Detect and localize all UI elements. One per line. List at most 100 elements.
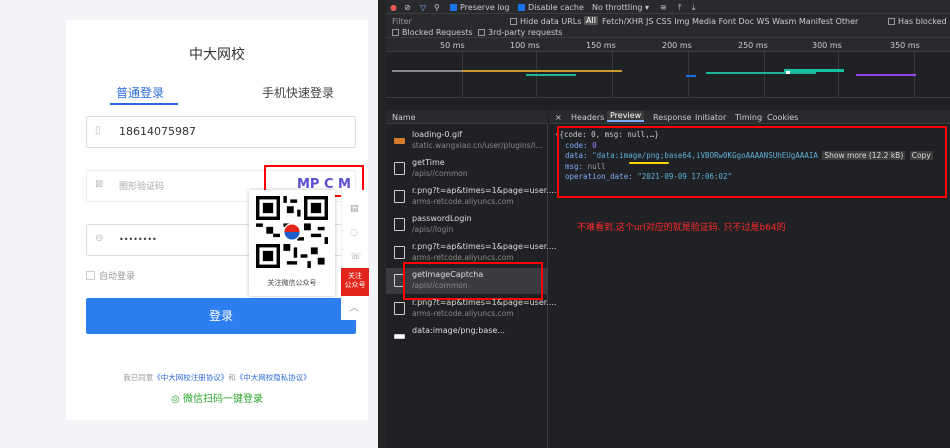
agreement-prefix: 我已同意	[123, 373, 154, 382]
active-tab-underline	[110, 103, 178, 105]
back-to-top-button[interactable]: ︿	[341, 298, 367, 320]
tick-label: 350 ms	[890, 41, 920, 50]
tab-phone-login[interactable]: 手机快速登录	[262, 84, 334, 101]
request-domain: arms-retcode.aliyuncs.com	[412, 309, 514, 318]
request-name: getTime	[412, 158, 445, 167]
blocked-requests-checkbox[interactable]: Blocked Requests	[392, 28, 473, 37]
phone-call-icon[interactable]: ☏	[350, 252, 361, 262]
registration-agreement-link[interactable]: 《中大网校注册协议》	[153, 373, 228, 382]
tick-label: 150 ms	[586, 41, 616, 50]
phone-icon: ▯	[95, 125, 101, 136]
waterfall-overview[interactable]	[386, 52, 950, 98]
third-party-label: 3rd-party requests	[488, 28, 563, 37]
filter-input[interactable]: Filter	[392, 17, 412, 26]
request-name: data:image/png;base...	[412, 326, 505, 335]
filter-all-button[interactable]: All	[584, 16, 598, 25]
auto-login-label: 自动登录	[99, 272, 136, 282]
wechat-login-label: 微信扫码一键登录	[182, 394, 263, 405]
tab-response[interactable]: Response	[653, 113, 691, 122]
throttling-label: No throttling	[592, 3, 643, 12]
request-domain: arms-retcode.aliyuncs.com	[412, 197, 514, 206]
request-row[interactable]: r.png?t=ap&times=1&page=user.... arms-re…	[386, 296, 556, 322]
request-name: passwordLogin	[412, 214, 472, 223]
request-detail: × Headers Preview Response Initiator Tim…	[549, 110, 950, 448]
tab-normal-login[interactable]: 普通登录	[116, 84, 164, 101]
tick-label: 50 ms	[440, 41, 465, 50]
search-icon[interactable]: ⚲	[434, 3, 440, 12]
throttling-select[interactable]: No throttling ▾	[592, 3, 649, 12]
qr-popup: 关注微信公众号	[249, 190, 335, 296]
request-highlight-box	[403, 262, 543, 300]
request-row[interactable]: r.png?t=ap&times=1&page=user.... arms-re…	[386, 184, 556, 210]
request-domain: arms-retcode.aliyuncs.com	[412, 253, 514, 262]
request-name: loading-0.gif	[412, 130, 463, 139]
download-icon[interactable]: ⤓	[692, 3, 696, 13]
agreement-and: 和	[228, 373, 236, 382]
filter-icon[interactable]: ▽	[420, 3, 426, 12]
phone-value: 18614075987	[119, 125, 196, 138]
request-row[interactable]: getTime /apis//common	[386, 156, 548, 182]
request-name: r.png?t=ap&times=1&page=user....	[412, 298, 557, 307]
headset-icon[interactable]: ◌	[350, 228, 360, 238]
request-row[interactable]: loading-0.gif static.wangxiao.cn/user/pl…	[386, 128, 548, 154]
request-name: r.png?t=ap&times=1&page=user....	[412, 186, 557, 195]
hide-data-urls-checkbox[interactable]: Hide data URLs	[510, 17, 581, 26]
clear-icon[interactable]: ⊘	[404, 3, 411, 12]
tab-timing[interactable]: Timing	[735, 113, 762, 122]
third-party-checkbox[interactable]: 3rd-party requests	[478, 28, 562, 37]
xhr-icon	[394, 162, 405, 175]
pane-divider[interactable]	[378, 0, 386, 448]
preview-highlight-box	[557, 126, 947, 198]
tab-cookies[interactable]: Cookies	[767, 113, 798, 122]
wifi-icon[interactable]: ≋	[660, 3, 667, 12]
tick-label: 250 ms	[738, 41, 768, 50]
privacy-agreement-link[interactable]: 《中大网校隐私协议》	[236, 373, 311, 382]
qr-code	[256, 196, 328, 268]
gif-icon	[394, 138, 405, 144]
tab-headers[interactable]: Headers	[571, 113, 604, 122]
tick-label: 300 ms	[812, 41, 842, 50]
annotation-note: 不难看到.这个url对应的就是验证码. 只不过是b64的	[577, 223, 786, 233]
close-icon[interactable]: ×	[555, 113, 562, 122]
upload-icon[interactable]: ⤒	[678, 3, 682, 13]
follow-label-2: 公众号	[344, 281, 366, 289]
has-blocked-checkbox[interactable]: Has blocked	[888, 17, 947, 26]
record-icon[interactable]: ●	[390, 3, 397, 12]
image-icon	[394, 246, 405, 259]
follow-label-1: 关注	[348, 272, 362, 280]
disable-cache-checkbox[interactable]: Disable cache	[518, 3, 584, 12]
devtools-network-panel: ● ⊘ ▽ ⚲ Preserve log Disable cache No th…	[386, 0, 950, 448]
filter-bar: Filter Hide data URLs All Fetch/XHR JS C…	[386, 14, 950, 38]
detail-tabs: × Headers Preview Response Initiator Tim…	[549, 110, 950, 124]
phone-field[interactable]: ▯ 18614075987	[86, 116, 356, 148]
tick-label: 200 ms	[662, 41, 692, 50]
image-icon	[394, 302, 405, 315]
name-column-header[interactable]: Name	[386, 110, 548, 124]
wechat-icon: ◎	[171, 394, 183, 405]
disable-cache-label: Disable cache	[528, 3, 584, 12]
request-domain: static.wangxiao.cn/user/plugins/l...	[412, 141, 543, 150]
timeline-ticks: 50 ms 100 ms 150 ms 200 ms 250 ms 300 ms…	[386, 38, 950, 52]
xhr-icon	[394, 218, 405, 231]
request-row[interactable]: data:image/png;base...	[386, 324, 548, 350]
captcha-icon: ⊠	[95, 179, 104, 190]
captcha-placeholder: 图形验证码	[119, 182, 165, 192]
password-value: ••••••••	[119, 235, 157, 244]
document-icon[interactable]: ▤	[350, 204, 360, 214]
follow-official-account-button[interactable]: 关注 公众号	[341, 268, 369, 296]
resource-type-filters[interactable]: Fetch/XHR JS CSS Img Media Font Doc WS W…	[602, 17, 858, 26]
image-icon	[394, 190, 405, 203]
preserve-log-checkbox[interactable]: Preserve log	[450, 3, 510, 12]
request-domain: /apis//common	[412, 169, 468, 178]
request-row[interactable]: passwordLogin /apis//login	[386, 212, 548, 238]
tab-preview[interactable]: Preview	[607, 111, 645, 122]
tab-initiator[interactable]: Initiator	[695, 113, 726, 122]
tick-label: 100 ms	[510, 41, 540, 50]
preserve-log-label: Preserve log	[460, 3, 510, 12]
blocked-requests-label: Blocked Requests	[402, 28, 473, 37]
wechat-login-link[interactable]: ◎ 微信扫码一键登录	[66, 390, 368, 405]
brand-title: 中大网校	[189, 47, 245, 63]
auto-login-checkbox[interactable]: 自动登录	[86, 269, 135, 282]
login-button[interactable]: 登录	[86, 298, 356, 334]
request-list: Name loading-0.gif static.wangxiao.cn/us…	[386, 110, 556, 448]
